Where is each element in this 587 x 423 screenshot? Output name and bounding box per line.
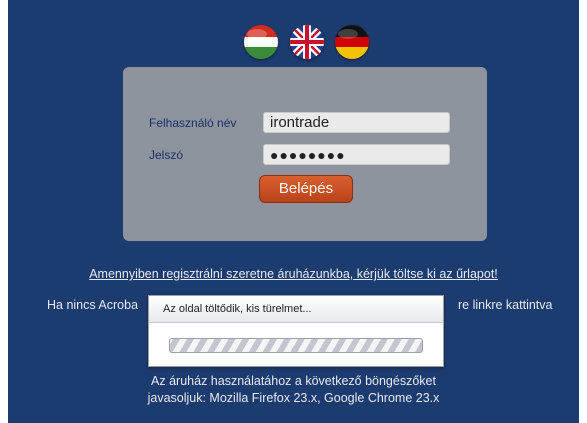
acrobat-notice-end[interactable]: re linkre kattintva bbox=[458, 298, 552, 312]
browser-recommendation-line1: Az áruház használatához a következő böng… bbox=[151, 374, 436, 388]
register-link[interactable]: Amennyiben regisztrálni szeretne áruházu… bbox=[8, 267, 579, 281]
loading-dialog-title: Az oldal töltődik, kis türelmet... bbox=[149, 296, 443, 323]
loading-dialog: Az oldal töltődik, kis türelmet... bbox=[148, 295, 444, 367]
browser-recommendation-line2: javasoljuk: Mozilla Firefox 23.x, Google… bbox=[147, 391, 440, 405]
loading-progress-bar bbox=[169, 338, 423, 353]
password-field[interactable]: ●●●●●●●● bbox=[263, 144, 450, 165]
acrobat-notice-start: Ha nincs Acroba bbox=[47, 298, 139, 312]
password-label: Jelszó bbox=[149, 148, 184, 162]
uk-flag-icon[interactable] bbox=[290, 25, 324, 59]
login-button[interactable]: Belépés bbox=[259, 175, 353, 203]
hungarian-flag-icon[interactable] bbox=[244, 25, 278, 59]
german-flag-icon[interactable] bbox=[335, 25, 369, 59]
language-selector bbox=[8, 25, 579, 59]
username-label: Felhasználó név bbox=[149, 116, 237, 130]
browser-recommendation: Az áruház használatához a következő böng… bbox=[8, 373, 579, 407]
login-box: Felhasználó név irontrade Jelszó ●●●●●●●… bbox=[123, 67, 487, 241]
username-field[interactable]: irontrade bbox=[263, 112, 450, 133]
